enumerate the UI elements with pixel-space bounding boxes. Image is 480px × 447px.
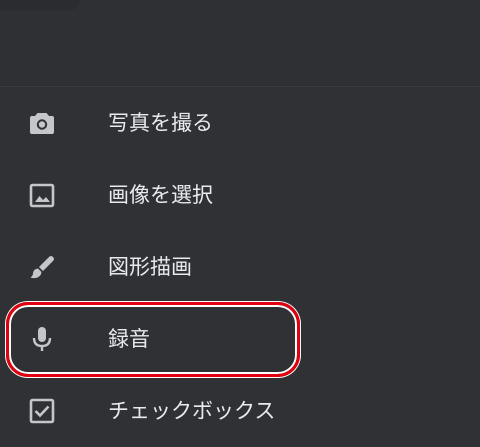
- menu-item-label: 画像を選択: [108, 183, 213, 207]
- menu-item-take-photo[interactable]: 写真を撮る: [0, 87, 480, 159]
- microphone-icon: [26, 323, 58, 355]
- header-corner: [0, 0, 80, 10]
- menu-item-checkbox[interactable]: チェックボックス: [0, 375, 480, 447]
- menu-item-label: 写真を撮る: [108, 111, 213, 135]
- menu-item-record-audio[interactable]: 録音: [0, 303, 480, 375]
- add-menu: 写真を撮る 画像を選択 図形描画 録音 チェックボックス: [0, 87, 480, 447]
- menu-item-label: チェックボックス: [108, 399, 276, 423]
- checkbox-icon: [26, 395, 58, 427]
- image-icon: [26, 179, 58, 211]
- menu-item-choose-image[interactable]: 画像を選択: [0, 159, 480, 231]
- menu-item-drawing[interactable]: 図形描画: [0, 231, 480, 303]
- camera-icon: [26, 107, 58, 139]
- menu-item-label: 録音: [108, 327, 150, 351]
- menu-item-label: 図形描画: [108, 255, 192, 279]
- brush-icon: [26, 251, 58, 283]
- header-area: [0, 0, 480, 86]
